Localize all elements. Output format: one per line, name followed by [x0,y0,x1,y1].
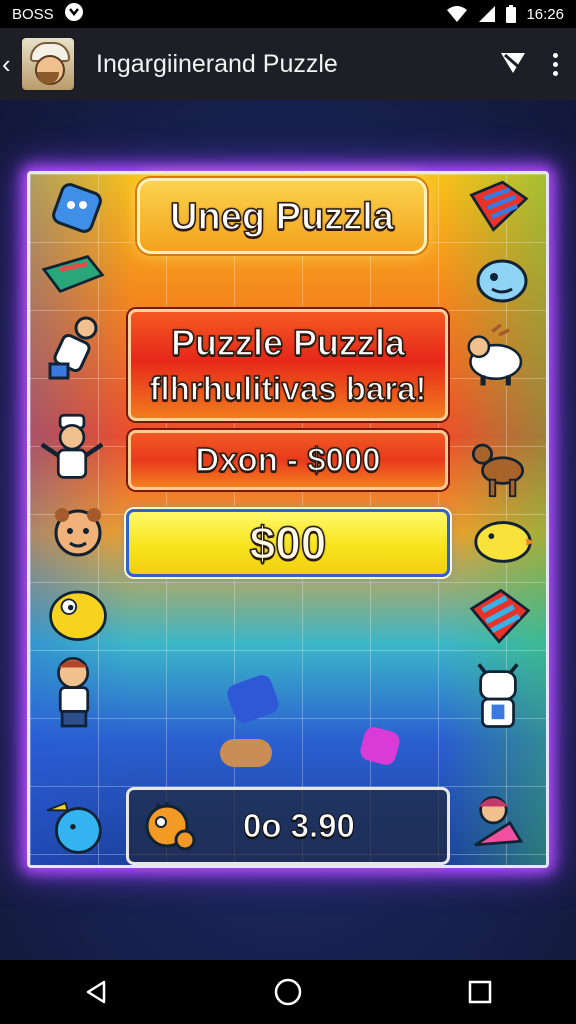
status-bar: BOSS 16:26 [0,0,576,28]
status-time: 16:26 [526,5,564,23]
sheep-icon [462,323,526,388]
back-arrow-icon[interactable]: ‹ [2,49,22,80]
boy-character-icon [42,656,106,728]
yellow-chick-icon [470,508,534,572]
signal-icon [478,5,496,23]
back-triangle-icon[interactable] [66,962,126,1022]
status-text: BOSS [12,5,54,23]
status-right: 16:26 [446,5,564,23]
main-banner-line1: Puzzle Puzzla [170,321,406,364]
main-banner-line2: flhrhulitivas bara! [149,369,427,408]
blue-bird-icon [40,792,104,856]
bear-character-icon [46,505,110,569]
nav-bar [0,960,576,1024]
orange-creature-icon [145,802,196,851]
recents-square-icon[interactable] [450,962,510,1022]
app-bar: ‹ Ingargiinerand Puzzle [0,28,576,100]
status-left: BOSS [12,2,84,26]
score-button[interactable]: $00 [126,509,450,577]
timer-text: 0o 3.90 [243,807,356,845]
title-banner: Uneg Puzzla [137,178,427,254]
timer-panel: 0o 3.90 [126,787,450,865]
dog-piece[interactable] [220,739,272,767]
share-icon[interactable] [499,49,527,80]
goat-character-icon [466,663,530,732]
more-vert-icon[interactable] [553,52,558,76]
chef-character-icon [40,413,104,482]
girl-character-icon [466,790,530,854]
dice-icon [45,176,109,240]
avatar[interactable] [22,38,74,90]
app-badge-icon [64,2,84,26]
yellow-blob-icon [46,582,110,646]
blue-fish-icon [470,248,534,312]
app-title: Ingargiinerand Puzzle [96,49,338,78]
kite-icon [42,242,106,306]
app-actions [499,49,558,80]
rocket-character-icon [42,316,106,384]
battery-icon [506,5,517,23]
striped-candy-icon [468,584,532,648]
wifi-icon [446,5,468,23]
main-banner: Puzzle Puzzla flhrhulitivas bara! [128,309,448,421]
deer-icon [466,434,530,498]
candy-icon [466,174,530,238]
home-circle-icon[interactable] [258,962,318,1022]
price-button[interactable]: Dxon - $000 [128,430,448,490]
